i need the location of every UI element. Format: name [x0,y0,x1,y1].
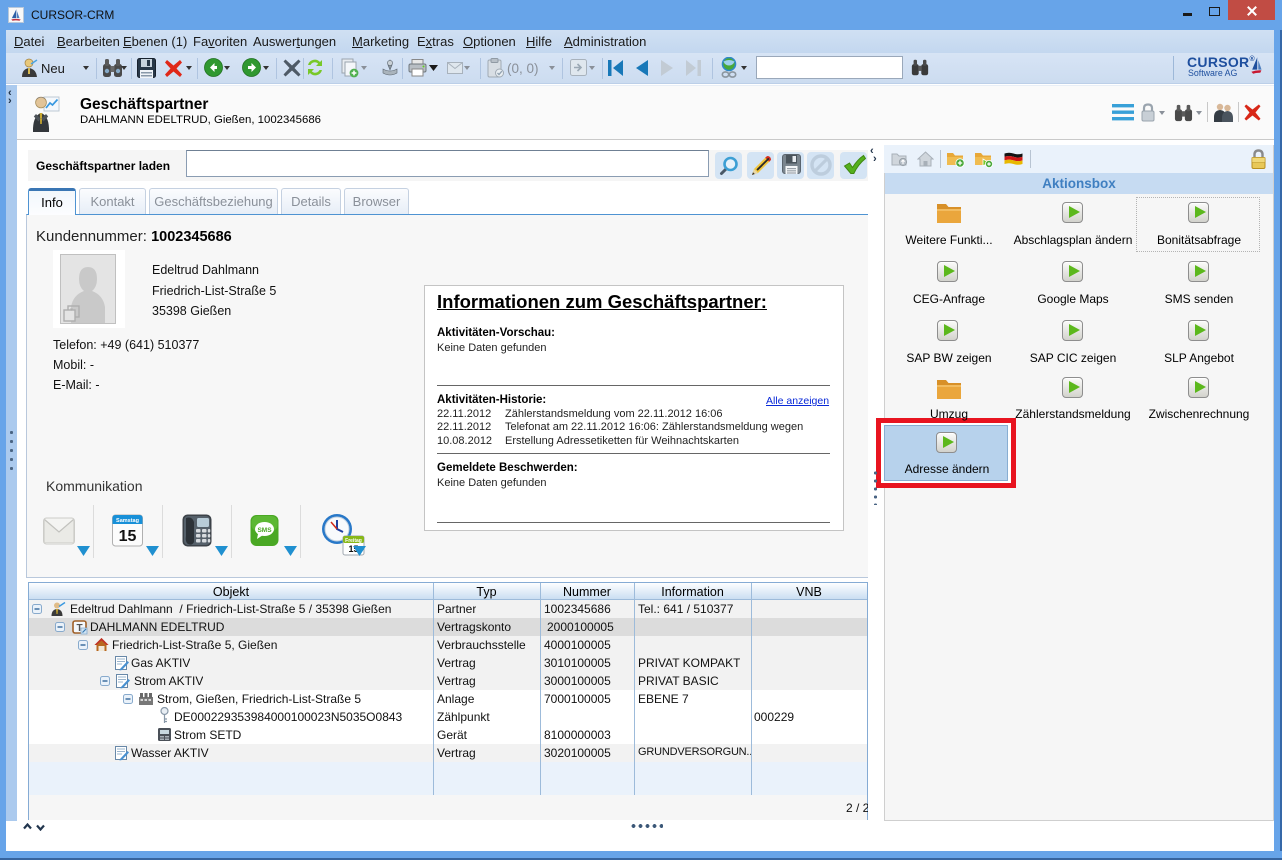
svg-text:Samstag: Samstag [116,518,139,524]
svg-text:SMS: SMS [257,527,272,534]
svg-text:15: 15 [119,528,137,545]
